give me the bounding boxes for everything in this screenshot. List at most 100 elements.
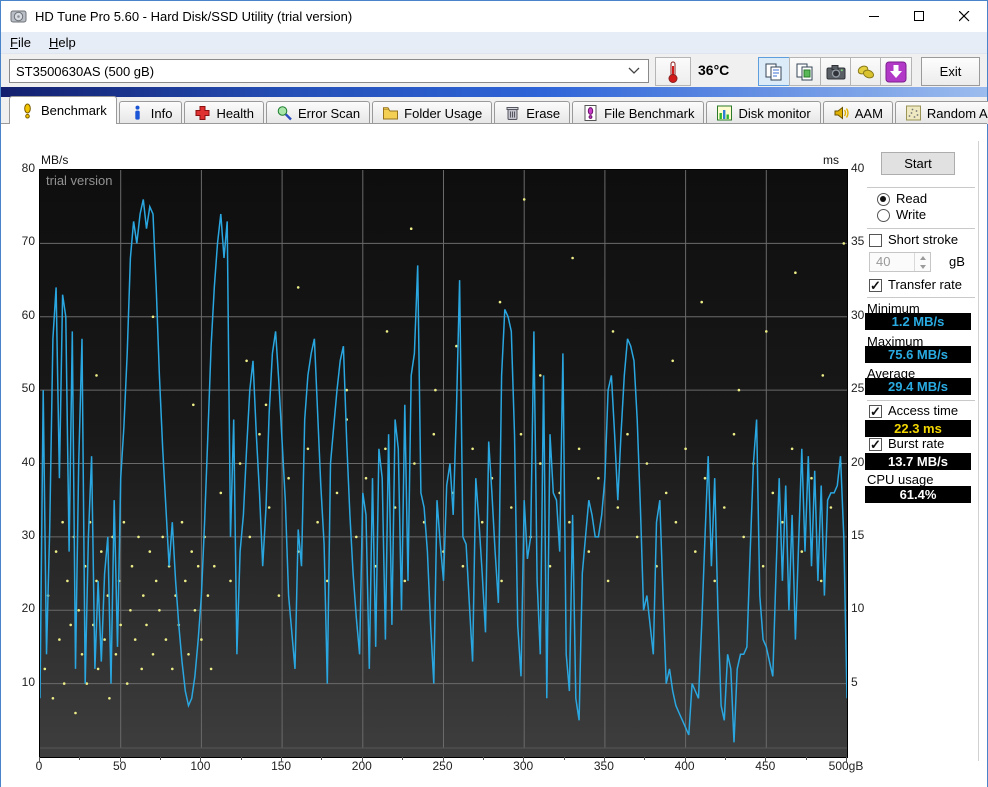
x-tickmark [603,757,605,762]
burst-rate-label: Burst rate [888,436,945,451]
read-radio[interactable] [877,193,890,206]
scatter-icon [905,105,921,121]
app-window: HD Tune Pro 5.60 - Hard Disk/SSD Utility… [0,0,988,787]
cpu-usage-value: 61.4% [865,486,971,503]
x-tickmark [281,757,283,762]
minimize-button[interactable] [852,1,897,32]
access-time-value: 22.3 ms [865,420,971,437]
x-tickmark [765,757,767,762]
maximize-icon [914,11,924,21]
x-tickmark [523,757,525,762]
x-tickmark [402,757,404,760]
app-icon [10,10,27,23]
health-icon [195,106,210,120]
x-axis-band [40,748,847,757]
hands-button[interactable] [850,57,882,86]
thermometer-icon [668,61,678,83]
x-tickmark [160,757,162,760]
y-left-tick-60: 60 [21,307,35,322]
down-arrow-icon [885,61,907,82]
tab-aam[interactable]: AAM [822,101,893,124]
y-left-tick-40: 40 [21,454,35,469]
write-label: Write [896,207,927,222]
left-axis-unit: MB/s [41,153,69,167]
x-tickmark [321,757,323,760]
cpu-usage-label: CPU usage [867,472,934,487]
temperature-button[interactable] [655,57,691,86]
title-bar: HD Tune Pro 5.60 - Hard Disk/SSD Utility… [1,1,987,32]
drive-selector-value: ST3500630AS (500 gB) [16,63,155,79]
copy-text-button[interactable] [758,57,790,86]
plot-canvas [40,170,847,757]
file-benchmark-icon [584,105,597,121]
transfer-rate-label: Transfer rate [888,277,962,292]
tab-error-scan[interactable]: Error Scan [266,101,371,124]
tab-info[interactable]: Info [118,101,183,124]
transfer-rate-checkbox[interactable] [869,278,882,294]
copy-image-button[interactable] [789,57,821,86]
short-stroke-stepper[interactable]: 40 [869,252,931,272]
x-tickmark [361,757,363,762]
menu-help[interactable]: Help [40,33,85,52]
close-button[interactable] [942,1,987,32]
close-icon [959,11,970,22]
chevron-down-icon [628,67,640,74]
maximize-button[interactable] [897,1,942,32]
burst-rate-value: 13.7 MB/s [865,453,971,470]
x-tickmark [39,757,40,762]
tab-erase[interactable]: Erase [494,101,571,124]
separator [867,297,975,298]
magnifier-icon [277,106,292,121]
benchmark-plot: trial version [39,169,848,758]
y-right-tick-15: 15 [851,527,865,542]
panel-divider [978,141,979,761]
start-button[interactable]: Start [881,152,955,175]
tab-health[interactable]: Health [184,101,265,124]
hands-icon [857,65,875,78]
y-left-tick-50: 50 [21,381,35,396]
screenshot-button[interactable] [820,57,852,86]
x-tickmark [724,757,726,760]
info-icon [135,105,140,120]
minimum-value: 1.2 MB/s [865,313,971,330]
access-time-checkbox[interactable] [869,404,882,420]
stepper-down-icon[interactable] [915,262,930,271]
tab-disk-monitor[interactable]: Disk monitor [706,101,821,124]
toolbar: ST3500630AS (500 gB) 36°C Exit [1,54,987,87]
burst-rate-checkbox[interactable] [869,437,882,453]
stepper-up-icon[interactable] [915,253,930,262]
speaker-icon [834,106,849,120]
trial-watermark: trial version [46,173,113,188]
x-tickmark [644,757,646,760]
separator [867,187,975,188]
tab-benchmark[interactable]: Benchmark [9,96,117,124]
y-left-tick-30: 30 [21,527,35,542]
save-results-button[interactable] [880,57,912,86]
average-value: 29.4 MB/s [865,378,971,395]
y-left-tick-70: 70 [21,234,35,249]
exit-button[interactable]: Exit [921,57,980,86]
short-stroke-unit: gB [949,254,965,269]
short-stroke-label: Short stroke [888,232,959,247]
write-radio[interactable] [877,209,890,222]
short-stroke-checkbox[interactable] [869,234,882,247]
y-right-tick-40: 40 [851,161,865,175]
short-stroke-value: 40 [876,254,891,269]
separator [867,228,975,229]
y-left-tick-20: 20 [21,601,35,616]
separator [867,400,975,401]
folder-icon [383,107,399,120]
y-right-tick-5: 5 [851,674,858,689]
tab-folder-usage[interactable]: Folder Usage [372,101,493,124]
trash-icon [506,107,519,120]
access-time-label: Access time [888,403,959,418]
x-tickmark [846,757,847,762]
tab-random-access[interactable]: Random Access [894,101,988,124]
drive-selector[interactable]: ST3500630AS (500 gB) [9,59,649,83]
x-tickmark [563,757,565,760]
benchmark-icon [24,103,31,118]
tab-file-benchmark[interactable]: File Benchmark [572,101,705,124]
window-title: HD Tune Pro 5.60 - Hard Disk/SSD Utility… [35,9,353,24]
menu-file[interactable]: File [1,33,40,52]
read-label: Read [896,191,928,206]
